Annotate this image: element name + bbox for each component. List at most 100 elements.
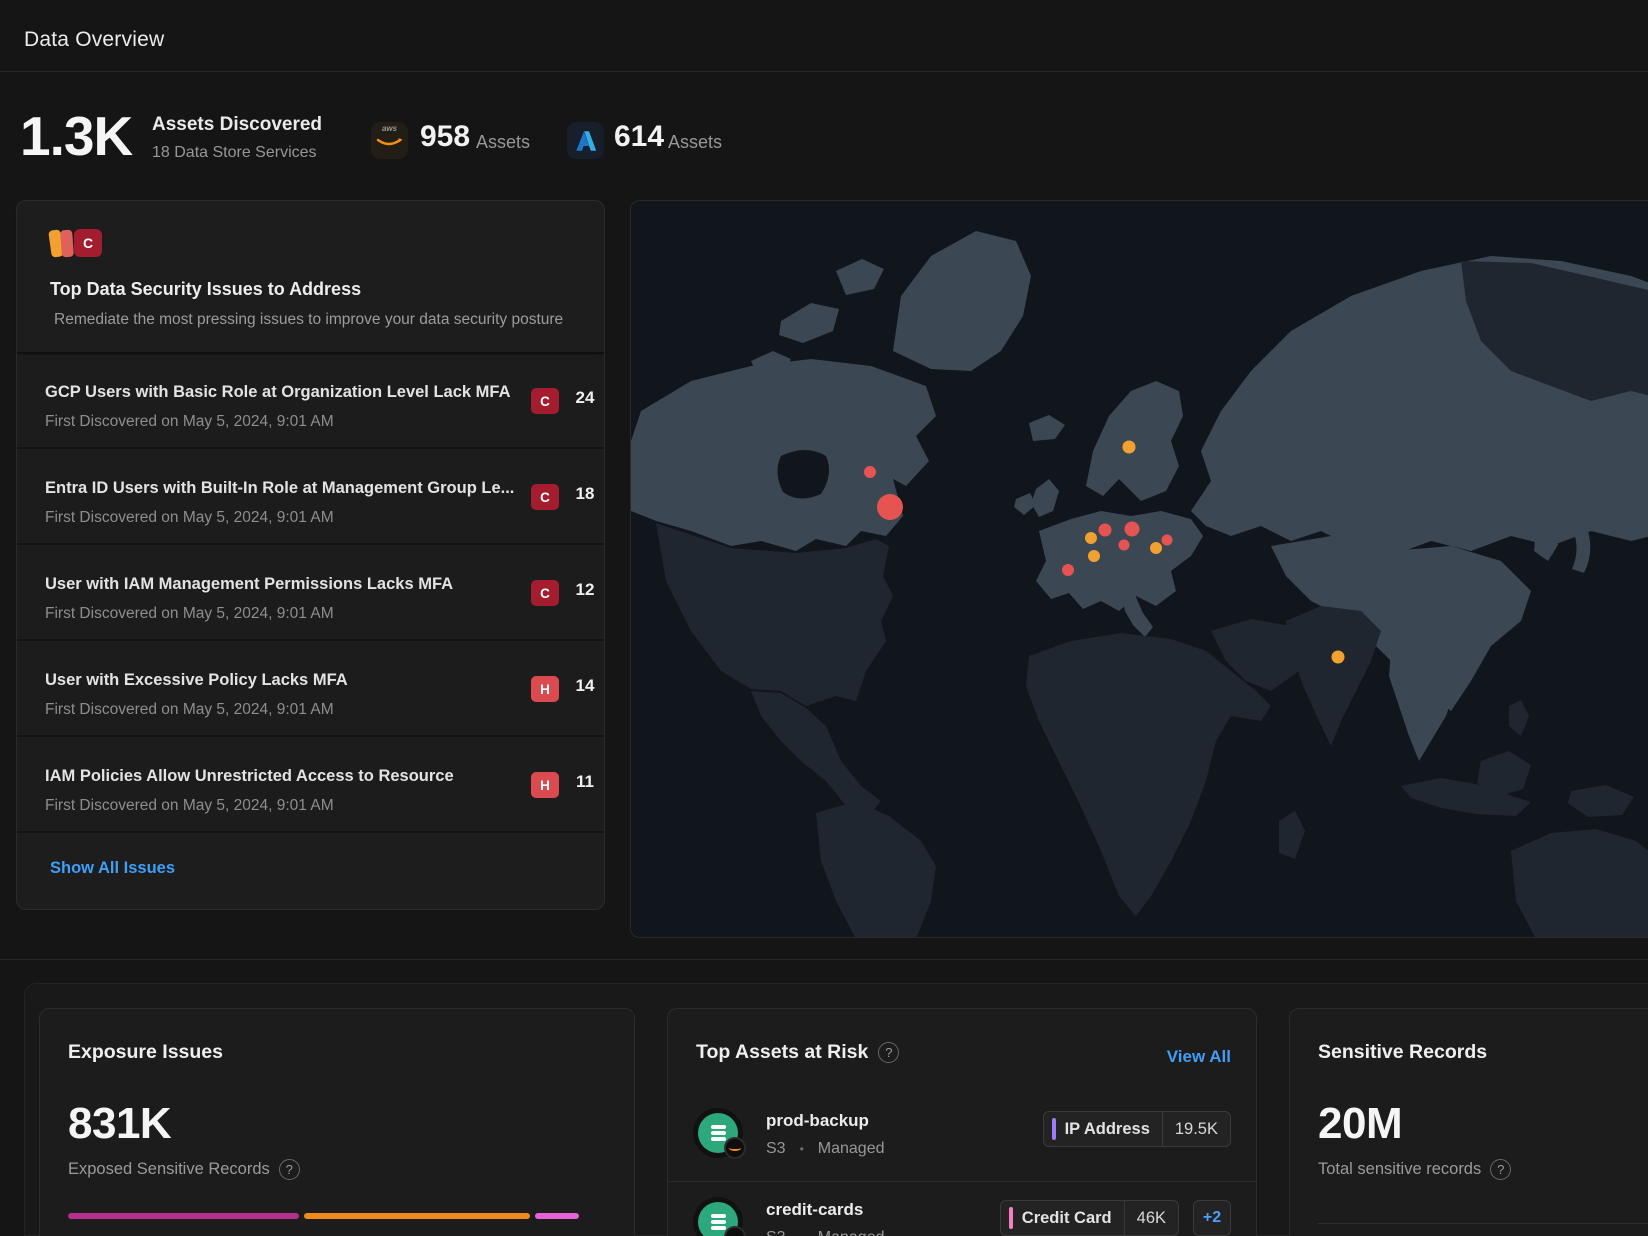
- asset-name: credit-cards: [766, 1200, 863, 1220]
- assets-card-title-row: Top Assets at Risk ?: [696, 1041, 899, 1064]
- separator-dot: •: [800, 1142, 804, 1156]
- map-marker[interactable]: [1150, 542, 1162, 554]
- more-chips-button[interactable]: +2: [1193, 1200, 1231, 1236]
- issue-row[interactable]: IAM Policies Allow Unrestricted Access t…: [17, 739, 604, 833]
- map-marker[interactable]: [1119, 540, 1130, 551]
- map-marker[interactable]: [1088, 550, 1100, 562]
- chip-value: 46K: [1125, 1209, 1178, 1228]
- aws-asset-count: 958: [420, 120, 470, 154]
- map-marker[interactable]: [1332, 651, 1345, 664]
- assets-discovered-label: Assets Discovered: [152, 114, 322, 136]
- issue-count: 14: [567, 676, 603, 696]
- issue-count: 12: [567, 580, 603, 600]
- severity-badge: H: [531, 676, 559, 702]
- issue-title: User with IAM Management Permissions Lac…: [45, 575, 453, 594]
- issue-discovered: First Discovered on May 5, 2024, 9:01 AM: [45, 413, 334, 431]
- asset-status: Managed: [818, 1229, 885, 1236]
- world-map-card: [630, 200, 1648, 938]
- exposure-label: Exposed Sensitive Records ?: [68, 1159, 300, 1180]
- asset-service: S3: [766, 1140, 786, 1158]
- separator-dot: •: [800, 1231, 804, 1236]
- asset-status: Managed: [818, 1140, 885, 1158]
- top-assets-at-risk-card: Top Assets at Risk ? View All prod-backu…: [667, 1008, 1257, 1236]
- chip-label: Credit Card: [1022, 1209, 1124, 1228]
- aws-asset-unit: Assets: [476, 132, 530, 153]
- asset-row[interactable]: credit-cards S3 • Managed Credit Card 46…: [668, 1198, 1256, 1236]
- sensitivity-chip: IP Address 19.5K: [1043, 1111, 1231, 1147]
- map-marker[interactable]: [1099, 524, 1112, 537]
- azure-asset-count: 614: [614, 120, 664, 154]
- issue-count: 18: [567, 484, 603, 504]
- map-marker[interactable]: [1062, 564, 1074, 576]
- issue-row[interactable]: User with IAM Management Permissions Lac…: [17, 547, 604, 641]
- issue-title: User with Excessive Policy Lacks MFA: [45, 671, 348, 690]
- issue-discovered: First Discovered on May 5, 2024, 9:01 AM: [45, 509, 334, 527]
- azure-icon: [567, 122, 604, 159]
- issue-title: GCP Users with Basic Role at Organizatio…: [45, 383, 511, 402]
- exposure-issues-card: Exposure Issues 831K Exposed Sensitive R…: [39, 1008, 635, 1236]
- issue-count: 24: [567, 388, 603, 408]
- issue-discovered: First Discovered on May 5, 2024, 9:01 AM: [45, 701, 334, 719]
- issue-title: IAM Policies Allow Unrestricted Access t…: [45, 767, 454, 786]
- help-icon[interactable]: ?: [1490, 1159, 1511, 1180]
- view-all-link[interactable]: View All: [1167, 1047, 1231, 1067]
- severity-badge: H: [531, 772, 559, 798]
- map-marker[interactable]: [877, 494, 903, 520]
- chip-color-bar: [1009, 1207, 1013, 1229]
- page-title: Data Overview: [24, 28, 164, 52]
- assets-discovered-count: 1.3K: [20, 104, 132, 168]
- asset-meta: S3 • Managed: [766, 1140, 885, 1158]
- row-divider: [668, 1181, 1256, 1182]
- exposure-bar-segment: [535, 1213, 579, 1219]
- issue-row[interactable]: Entra ID Users with Built-In Role at Man…: [17, 451, 604, 545]
- aws-wordmark: aws: [371, 124, 408, 133]
- azure-logo-icon: [573, 128, 599, 154]
- chip-label: IP Address: [1065, 1120, 1162, 1139]
- help-icon[interactable]: ?: [878, 1042, 899, 1063]
- records-label-text: Total sensitive records: [1318, 1160, 1481, 1179]
- exposure-label-text: Exposed Sensitive Records: [68, 1160, 270, 1179]
- asset-row[interactable]: prod-backup S3 • Managed IP Address 19.5…: [668, 1109, 1256, 1181]
- severity-cards-icon: C: [50, 229, 120, 259]
- section-divider: [0, 959, 1648, 960]
- exposure-value: 831K: [68, 1099, 171, 1149]
- exposure-bar: [68, 1213, 580, 1219]
- data-store-services-label: 18 Data Store Services: [152, 144, 317, 162]
- aws-icon: aws: [371, 122, 408, 159]
- records-divider: [1318, 1223, 1648, 1224]
- header-divider: [0, 71, 1648, 72]
- issues-card-subtitle: Remediate the most pressing issues to im…: [54, 311, 563, 329]
- asset-service: S3: [766, 1229, 786, 1236]
- help-icon[interactable]: ?: [279, 1159, 300, 1180]
- records-value: 20M: [1318, 1099, 1402, 1149]
- map-marker[interactable]: [1085, 532, 1097, 544]
- severity-critical-icon: C: [74, 229, 102, 257]
- asset-name: prod-backup: [766, 1111, 869, 1131]
- severity-badge: C: [531, 388, 559, 414]
- sensitivity-chip: Credit Card 46K: [1000, 1200, 1179, 1236]
- world-map: [631, 201, 1648, 938]
- issue-row[interactable]: GCP Users with Basic Role at Organizatio…: [17, 355, 604, 449]
- severity-badge: C: [531, 580, 559, 606]
- map-marker[interactable]: [1162, 535, 1173, 546]
- issue-discovered: First Discovered on May 5, 2024, 9:01 AM: [45, 605, 334, 623]
- show-all-issues-link[interactable]: Show All Issues: [50, 859, 175, 878]
- aws-mini-badge-icon: [724, 1226, 746, 1236]
- exposure-bar-segment: [68, 1213, 299, 1219]
- aws-mini-badge-icon: [724, 1137, 746, 1159]
- exposure-bar-segment: [304, 1213, 530, 1219]
- severity-badge: C: [531, 484, 559, 510]
- issue-title: Entra ID Users with Built-In Role at Man…: [45, 479, 514, 498]
- map-marker[interactable]: [1125, 522, 1140, 537]
- map-marker[interactable]: [864, 466, 876, 478]
- issue-row[interactable]: User with Excessive Policy Lacks MFA Fir…: [17, 643, 604, 737]
- chip-value: 19.5K: [1163, 1120, 1230, 1139]
- records-card-title: Sensitive Records: [1318, 1041, 1487, 1064]
- sensitive-records-card: Sensitive Records 20M Total sensitive re…: [1289, 1008, 1648, 1236]
- top-security-issues-card: C Top Data Security Issues to Address Re…: [16, 200, 605, 910]
- assets-card-title: Top Assets at Risk: [696, 1041, 868, 1064]
- issue-discovered: First Discovered on May 5, 2024, 9:01 AM: [45, 797, 334, 815]
- issues-card-header: C Top Data Security Issues to Address Re…: [17, 201, 604, 354]
- exposure-card-title: Exposure Issues: [68, 1041, 223, 1064]
- map-marker[interactable]: [1123, 441, 1136, 454]
